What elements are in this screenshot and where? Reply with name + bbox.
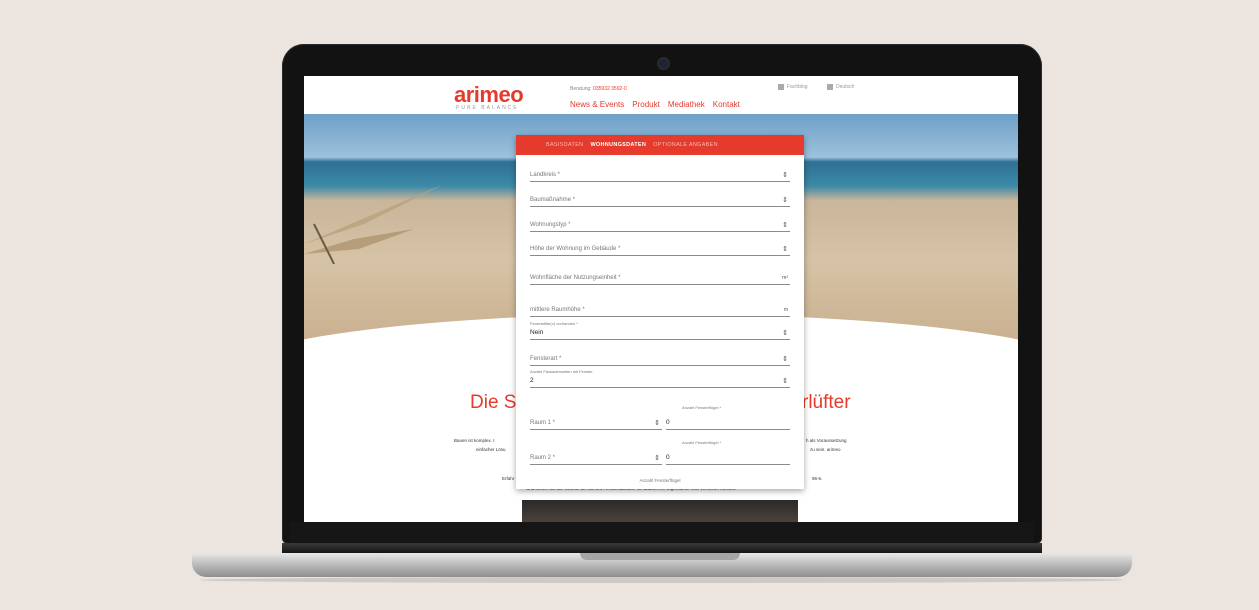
hoehe-select[interactable]: Höhe der Wohnung im Gebäude * ⇕ <box>530 241 790 256</box>
raum2-fluegel-input[interactable]: Anzahl Fensterflügel * 0 <box>666 440 790 465</box>
hand-photo <box>522 500 798 522</box>
raum2-fluegel-value: 0 <box>666 454 670 461</box>
fassadenseiten-label: Anzahl Fassadenseiten mit Fenster <box>530 369 593 374</box>
nav-news-events[interactable]: News & Events <box>570 100 624 109</box>
blog-icon <box>778 84 784 90</box>
landkreis-label: Landkreis * <box>530 172 561 178</box>
language-switch[interactable]: Deutsch <box>827 84 854 90</box>
tab-basisdaten[interactable]: BASISDATEN <box>546 142 583 148</box>
modal-tabs: BASISDATEN WOHNUNGSDATEN OPTIONALE ANGAB… <box>516 135 804 155</box>
site-header: arimeo PURE BALANCE Beratung: 035932 359… <box>304 76 1018 114</box>
dragonfly-image <box>304 184 444 264</box>
page-title-left: Die Si <box>470 392 521 413</box>
wohnflaeche-input[interactable]: Wohnfläche der Nutzungseinheit * m² <box>530 270 790 285</box>
fassadenseiten-select[interactable]: Anzahl Fassadenseiten mit Fenster 2 ⇕ <box>530 369 790 388</box>
intro-text-right-3: 96-6. <box>812 476 823 481</box>
fensterart-label: Fensterart * <box>530 356 562 362</box>
wohnungstyp-label: Wohnungstyp * <box>530 222 571 228</box>
intro-text-left-3: Erfahr <box>502 476 515 481</box>
wohnflaeche-label: Wohnfläche der Nutzungseinheit * <box>530 275 621 281</box>
fachblog-label: Fachblog <box>787 84 808 90</box>
raum1-fluegel-label: Anzahl Fensterflügel * <box>682 405 722 410</box>
laptop-screen: arimeo PURE BALANCE Beratung: 035932 359… <box>304 76 1018 522</box>
select-arrows-icon: ⇕ <box>782 330 788 337</box>
nav-kontakt[interactable]: Kontakt <box>713 100 740 109</box>
page-title-right: rlüfter <box>802 392 851 413</box>
baumassnahme-label: Baumaßnahme * <box>530 197 576 203</box>
tab-wohnungsdaten[interactable]: WOHNUNGSDATEN <box>590 142 646 148</box>
nav-mediathek[interactable]: Mediathek <box>668 100 705 109</box>
select-arrows-icon: ⇕ <box>654 455 660 462</box>
raum1-label: Raum 1 * <box>530 420 556 426</box>
fassadenseiten-value: 2 <box>530 377 534 384</box>
logo-tagline: PURE BALANCE <box>456 105 519 111</box>
select-arrows-icon: ⇕ <box>782 246 788 253</box>
hoehe-label: Höhe der Wohnung im Gebäude * <box>530 246 621 252</box>
language-label: Deutsch <box>836 84 855 90</box>
tab-optionale-angaben[interactable]: OPTIONALE ANGABEN <box>653 142 718 148</box>
select-arrows-icon: ⇕ <box>782 356 788 363</box>
raumhoehe-label: mittlere Raumhöhe * <box>530 307 585 313</box>
beratung-contact: Beratung: 035932 3592-0 <box>570 86 627 92</box>
screen-bezel <box>290 522 1034 542</box>
calculator-modal: BASISDATEN WOHNUNGSDATEN OPTIONALE ANGAB… <box>516 135 804 489</box>
feuerstaette-select[interactable]: Feuerstätte(n) vorhanden * Nein ⇕ <box>530 321 790 340</box>
feuerstaette-value: Nein <box>530 329 544 336</box>
intro-text-left-2: einfacher Lösu <box>476 447 506 452</box>
nav-produkt[interactable]: Produkt <box>632 100 660 109</box>
select-arrows-icon: ⇕ <box>782 197 788 204</box>
raumhoehe-input[interactable]: mittlere Raumhöhe * m <box>530 302 790 317</box>
raum2-select[interactable]: Raum 2 * ⇕ <box>530 450 662 465</box>
intro-text-right-1: h als Voraussetzung <box>806 438 847 443</box>
intro-text-left-1: Bauen ist komplex. I <box>454 438 495 443</box>
flag-icon <box>827 84 833 90</box>
raum1-select[interactable]: Raum 1 * ⇕ <box>530 415 662 430</box>
raum1-fluegel-input[interactable]: Anzahl Fensterflügel * 0 <box>666 405 790 430</box>
intro-text-right-2: zu sein. arimeo <box>810 447 841 452</box>
wohnflaeche-unit: m² <box>782 275 788 281</box>
beratung-phone[interactable]: 035932 3592-0 <box>593 86 627 92</box>
raumhoehe-unit: m <box>783 307 788 313</box>
select-arrows-icon: ⇕ <box>654 420 660 427</box>
baumassnahme-select[interactable]: Baumaßnahme * ⇕ <box>530 192 790 207</box>
feuerstaette-label: Feuerstätte(n) vorhanden * <box>530 321 578 326</box>
raum2-fluegel-label: Anzahl Fensterflügel * <box>682 440 722 445</box>
select-arrows-icon: ⇕ <box>782 222 788 229</box>
fensterfluegel-footer-label: Anzahl Fensterflügel <box>639 478 681 483</box>
landkreis-select[interactable]: Landkreis * ⇕ <box>530 167 790 182</box>
beratung-label: Beratung: <box>570 86 592 92</box>
raum1-fluegel-value: 0 <box>666 419 670 426</box>
select-arrows-icon: ⇕ <box>782 378 788 385</box>
laptop-notch <box>580 553 740 560</box>
wohnungstyp-select[interactable]: Wohnungstyp * ⇕ <box>530 217 790 232</box>
main-nav: News & Events Produkt Mediathek Kontakt <box>570 100 740 109</box>
laptop-shadow <box>200 577 1124 583</box>
webcam-icon <box>659 59 668 68</box>
raum2-label: Raum 2 * <box>530 455 556 461</box>
fensterart-select[interactable]: Fensterart * ⇕ <box>530 351 790 366</box>
select-arrows-icon: ⇕ <box>782 172 788 179</box>
fachblog-link[interactable]: Fachblog <box>778 84 808 90</box>
